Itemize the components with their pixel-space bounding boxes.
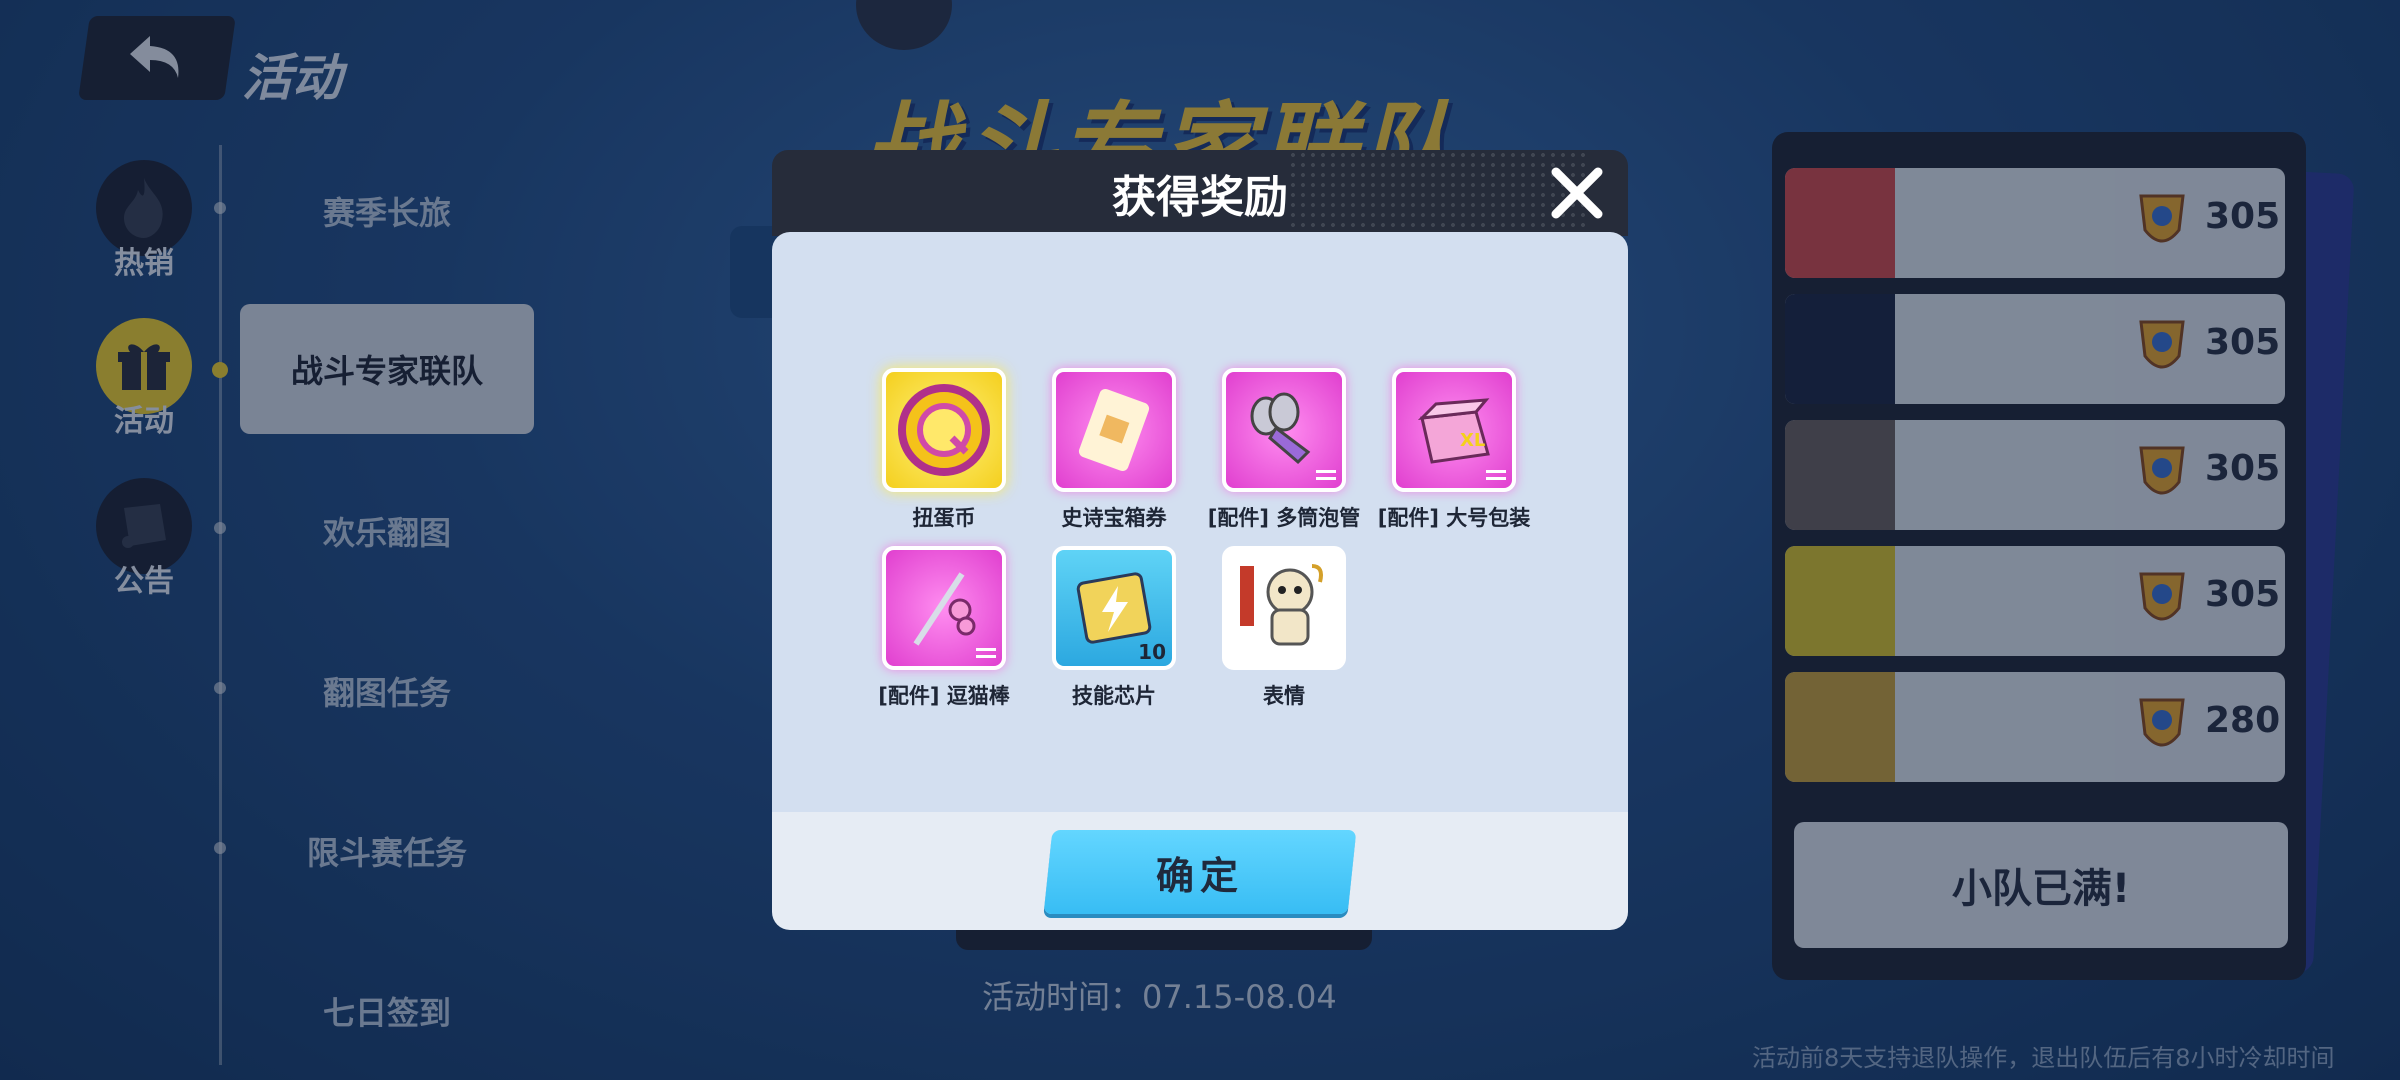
skill-chip-icon: 10: [1052, 546, 1176, 670]
reward-item[interactable]: 10 技能芯片: [1024, 546, 1204, 710]
confirm-button-label: 确定: [1155, 855, 1244, 898]
mummy-emote-icon: [1222, 546, 1346, 670]
svg-text:XL: XL: [1460, 430, 1485, 451]
reward-name: 表情: [1263, 684, 1305, 708]
accessory-mark: [1316, 470, 1336, 480]
confirm-button[interactable]: 确定: [1043, 830, 1357, 914]
big-package-icon: XL: [1392, 368, 1516, 492]
reward-name: 技能芯片: [1072, 684, 1156, 708]
reward-name: 扭蛋币: [912, 506, 976, 530]
chest-ticket-icon: [1052, 368, 1176, 492]
reward-item[interactable]: [配件] 多筒泡管: [1194, 368, 1374, 532]
modal-body: 扭蛋币 史诗宝箱券 [配件] 多筒泡管 XL [配件] 大号包装 [配件] 逗猫…: [772, 232, 1628, 814]
reward-quantity: 10: [1138, 640, 1166, 664]
reward-name: [配件] 大号包装: [1377, 506, 1531, 530]
reward-item[interactable]: 扭蛋币: [854, 368, 1034, 532]
reward-item[interactable]: [配件] 逗猫棒: [854, 546, 1034, 710]
reward-name: [配件] 逗猫棒: [878, 684, 1010, 708]
reward-item[interactable]: 表情: [1194, 546, 1374, 710]
modal-header: 获得奖励: [772, 150, 1628, 236]
reward-modal: 获得奖励 扭蛋币 史诗宝箱券 [配件] 多筒泡管 XL [配件] 大号包装 [配…: [772, 150, 1628, 930]
reward-item[interactable]: XL [配件] 大号包装: [1364, 368, 1544, 532]
reward-name: 史诗宝箱券: [1061, 506, 1167, 530]
modal-title: 获得奖励: [1112, 172, 1288, 223]
cat-teaser-icon: [882, 546, 1006, 670]
accessory-mark: [1486, 470, 1506, 480]
accessory-mark: [976, 648, 996, 658]
gacha-coin-icon: [882, 368, 1006, 492]
close-icon[interactable]: [1546, 162, 1608, 224]
modal-footer: 确定: [772, 812, 1628, 930]
bubble-tube-icon: [1222, 368, 1346, 492]
reward-item[interactable]: 史诗宝箱券: [1024, 368, 1204, 532]
reward-name: [配件] 多筒泡管: [1207, 506, 1361, 530]
